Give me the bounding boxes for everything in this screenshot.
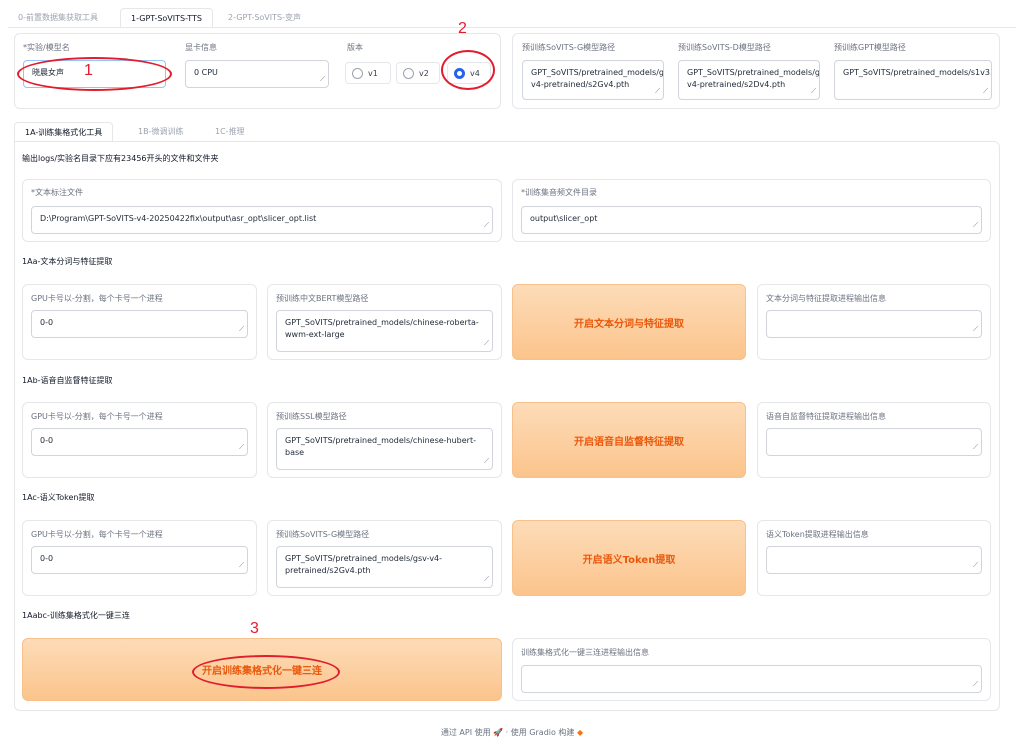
resize-grip-icon: ⟋	[239, 325, 244, 333]
radio-v2[interactable]: v2	[396, 62, 440, 84]
sec-a-output-label: 文本分词与特征提取进程输出信息	[766, 294, 886, 303]
sec-a-model-value: GPT_SoVITS/pretrained_models/chinese-rob…	[285, 318, 479, 339]
sec-b-output-field[interactable]: ⟋	[766, 428, 982, 456]
resize-grip-icon: ⟋	[973, 221, 978, 229]
resize-grip-icon: ⟋	[811, 87, 816, 95]
pretrained-gpt-value: GPT_SoVITS/pretrained_models/s1v3.ckpt	[843, 68, 991, 77]
pretrained-gpt-field[interactable]: GPT_SoVITS/pretrained_models/s1v3.ckpt ⟋	[834, 60, 992, 100]
rocket-icon: 🚀	[493, 728, 504, 737]
annotation-ellipse-3	[192, 655, 340, 689]
tab-format-tools[interactable]: 1A-训练集格式化工具	[14, 122, 114, 142]
footer-api-link[interactable]: 通过 API 使用	[441, 728, 491, 737]
annotation-number-1: 1	[84, 62, 93, 79]
resize-grip-icon: ⟋	[973, 561, 978, 569]
tab-data-tools[interactable]: 0-前置数据集获取工具	[8, 8, 108, 28]
radio-v1[interactable]: v1	[345, 62, 391, 84]
sec-b-model-value: GPT_SoVITS/pretrained_models/chinese-hub…	[285, 436, 476, 457]
radio-circle-icon	[352, 67, 363, 79]
tab-finetune[interactable]: 1B-微调训练	[128, 122, 193, 142]
version-label: 版本	[347, 43, 363, 52]
sec-c-output-field[interactable]: ⟋	[766, 546, 982, 574]
footer-separator: ·	[505, 728, 509, 737]
section-b-title: 1Ab-语音自监督特征提取	[22, 376, 113, 385]
tab-voice-change[interactable]: 2-GPT-SoVITS-变声	[218, 8, 311, 28]
extract-semantic-token-button[interactable]: 开启语义Token提取	[512, 520, 746, 596]
sec-d-output-field[interactable]: ⟋	[521, 665, 982, 693]
hint-text: 输出logs/实验名目录下应有23456开头的文件和文件夹	[22, 154, 219, 163]
pretrained-g-value: GPT_SoVITS/pretrained_models/gsv-v4-pret…	[531, 68, 664, 89]
sec-b-output-label: 语音自监督特征提取进程输出信息	[766, 412, 886, 421]
pretrained-d-value: GPT_SoVITS/pretrained_models/gsv-v4-pret…	[687, 68, 820, 89]
resize-grip-icon: ⟋	[983, 87, 988, 95]
exp-name-label: *实验/模型名	[23, 43, 70, 52]
sec-a-gpu-input[interactable]: 0-0 ⟋	[31, 310, 248, 338]
sec-a-output-field[interactable]: ⟋	[766, 310, 982, 338]
resize-grip-icon: ⟋	[484, 457, 489, 465]
resize-grip-icon: ⟋	[655, 87, 660, 95]
sec-c-model-label: 预训练SoVITS-G模型路径	[276, 530, 370, 539]
resize-grip-icon: ⟋	[973, 325, 978, 333]
radio-circle-icon	[403, 67, 414, 79]
sec-a-gpu-label: GPU卡号以-分割，每个卡号一个进程	[31, 294, 163, 303]
sec-c-gpu-input[interactable]: 0-0 ⟋	[31, 546, 248, 574]
resize-grip-icon: ⟋	[484, 575, 489, 583]
radio-v2-label: v2	[419, 68, 429, 78]
sec-c-model-input[interactable]: GPT_SoVITS/pretrained_models/gsv-v4-pret…	[276, 546, 493, 588]
pretrained-g-field[interactable]: GPT_SoVITS/pretrained_models/gsv-v4-pret…	[522, 60, 664, 100]
sec-c-gpu-value: 0-0	[40, 554, 54, 563]
annotation-ellipse-1	[17, 57, 172, 91]
radio-v1-label: v1	[368, 68, 378, 78]
text-file-value: D:\Program\GPT-SoVITS-v4-20250422fix\out…	[40, 214, 317, 223]
tab-inference[interactable]: 1C-推理	[205, 122, 255, 142]
resize-grip-icon: ⟋	[484, 339, 489, 347]
footer-gradio-link[interactable]: 使用 Gradio 构建	[511, 728, 575, 737]
annotation-number-2: 2	[458, 20, 467, 37]
sec-a-model-input[interactable]: GPT_SoVITS/pretrained_models/chinese-rob…	[276, 310, 493, 352]
gpu-info-field[interactable]: 0 CPU ⟋	[185, 60, 329, 88]
sec-a-model-label: 预训练中文BERT模型路径	[276, 294, 369, 303]
text-file-input[interactable]: D:\Program\GPT-SoVITS-v4-20250422fix\out…	[31, 206, 493, 234]
resize-grip-icon: ⟋	[484, 221, 489, 229]
sec-b-gpu-label: GPU卡号以-分割，每个卡号一个进程	[31, 412, 163, 421]
pretrained-gpt-label: 预训练GPT模型路径	[834, 43, 906, 52]
annotation-ellipse-2	[441, 50, 495, 90]
sec-b-gpu-value: 0-0	[40, 436, 54, 445]
sec-c-output-label: 语义Token提取进程输出信息	[766, 530, 869, 539]
tabs-divider	[8, 27, 1016, 28]
pretrained-d-field[interactable]: GPT_SoVITS/pretrained_models/gsv-v4-pret…	[678, 60, 820, 100]
footer: 通过 API 使用 🚀 · 使用 Gradio 构建 ◆	[0, 727, 1024, 738]
sec-b-model-label: 预训练SSL模型路径	[276, 412, 347, 421]
sec-b-model-input[interactable]: GPT_SoVITS/pretrained_models/chinese-hub…	[276, 428, 493, 470]
audio-dir-label: *训练集音频文件目录	[521, 188, 597, 197]
resize-grip-icon: ⟋	[973, 680, 978, 688]
section-c-title: 1Ac-语义Token提取	[22, 493, 95, 502]
sec-d-output-label: 训练集格式化一键三连进程输出信息	[521, 648, 649, 657]
annotation-number-3: 3	[250, 620, 259, 637]
sec-c-gpu-label: GPU卡号以-分割，每个卡号一个进程	[31, 530, 163, 539]
resize-grip-icon: ⟋	[320, 75, 325, 83]
tab-tts[interactable]: 1-GPT-SoVITS-TTS	[120, 8, 213, 28]
extract-text-features-button[interactable]: 开启文本分词与特征提取	[512, 284, 746, 360]
resize-grip-icon: ⟋	[239, 561, 244, 569]
audio-dir-value: output\slicer_opt	[530, 214, 598, 223]
sec-a-gpu-value: 0-0	[40, 318, 54, 327]
text-file-label: *文本标注文件	[31, 188, 83, 197]
sec-b-gpu-input[interactable]: 0-0 ⟋	[31, 428, 248, 456]
section-a-title: 1Aa-文本分词与特征提取	[22, 257, 113, 266]
resize-grip-icon: ⟋	[239, 443, 244, 451]
audio-dir-input[interactable]: output\slicer_opt ⟋	[521, 206, 982, 234]
section-d-title: 1Aabc-训练集格式化一键三连	[22, 611, 130, 620]
pretrained-d-label: 预训练SoVITS-D模型路径	[678, 43, 771, 52]
extract-ssl-features-button[interactable]: 开启语音自监督特征提取	[512, 402, 746, 478]
gradio-logo-icon: ◆	[576, 728, 584, 737]
gpu-info-value: 0 CPU	[194, 68, 218, 77]
gpu-info-label: 显卡信息	[185, 43, 217, 52]
pretrained-g-label: 预训练SoVITS-G模型路径	[522, 43, 616, 52]
sec-c-model-value: GPT_SoVITS/pretrained_models/gsv-v4-pret…	[285, 554, 443, 575]
resize-grip-icon: ⟋	[973, 443, 978, 451]
